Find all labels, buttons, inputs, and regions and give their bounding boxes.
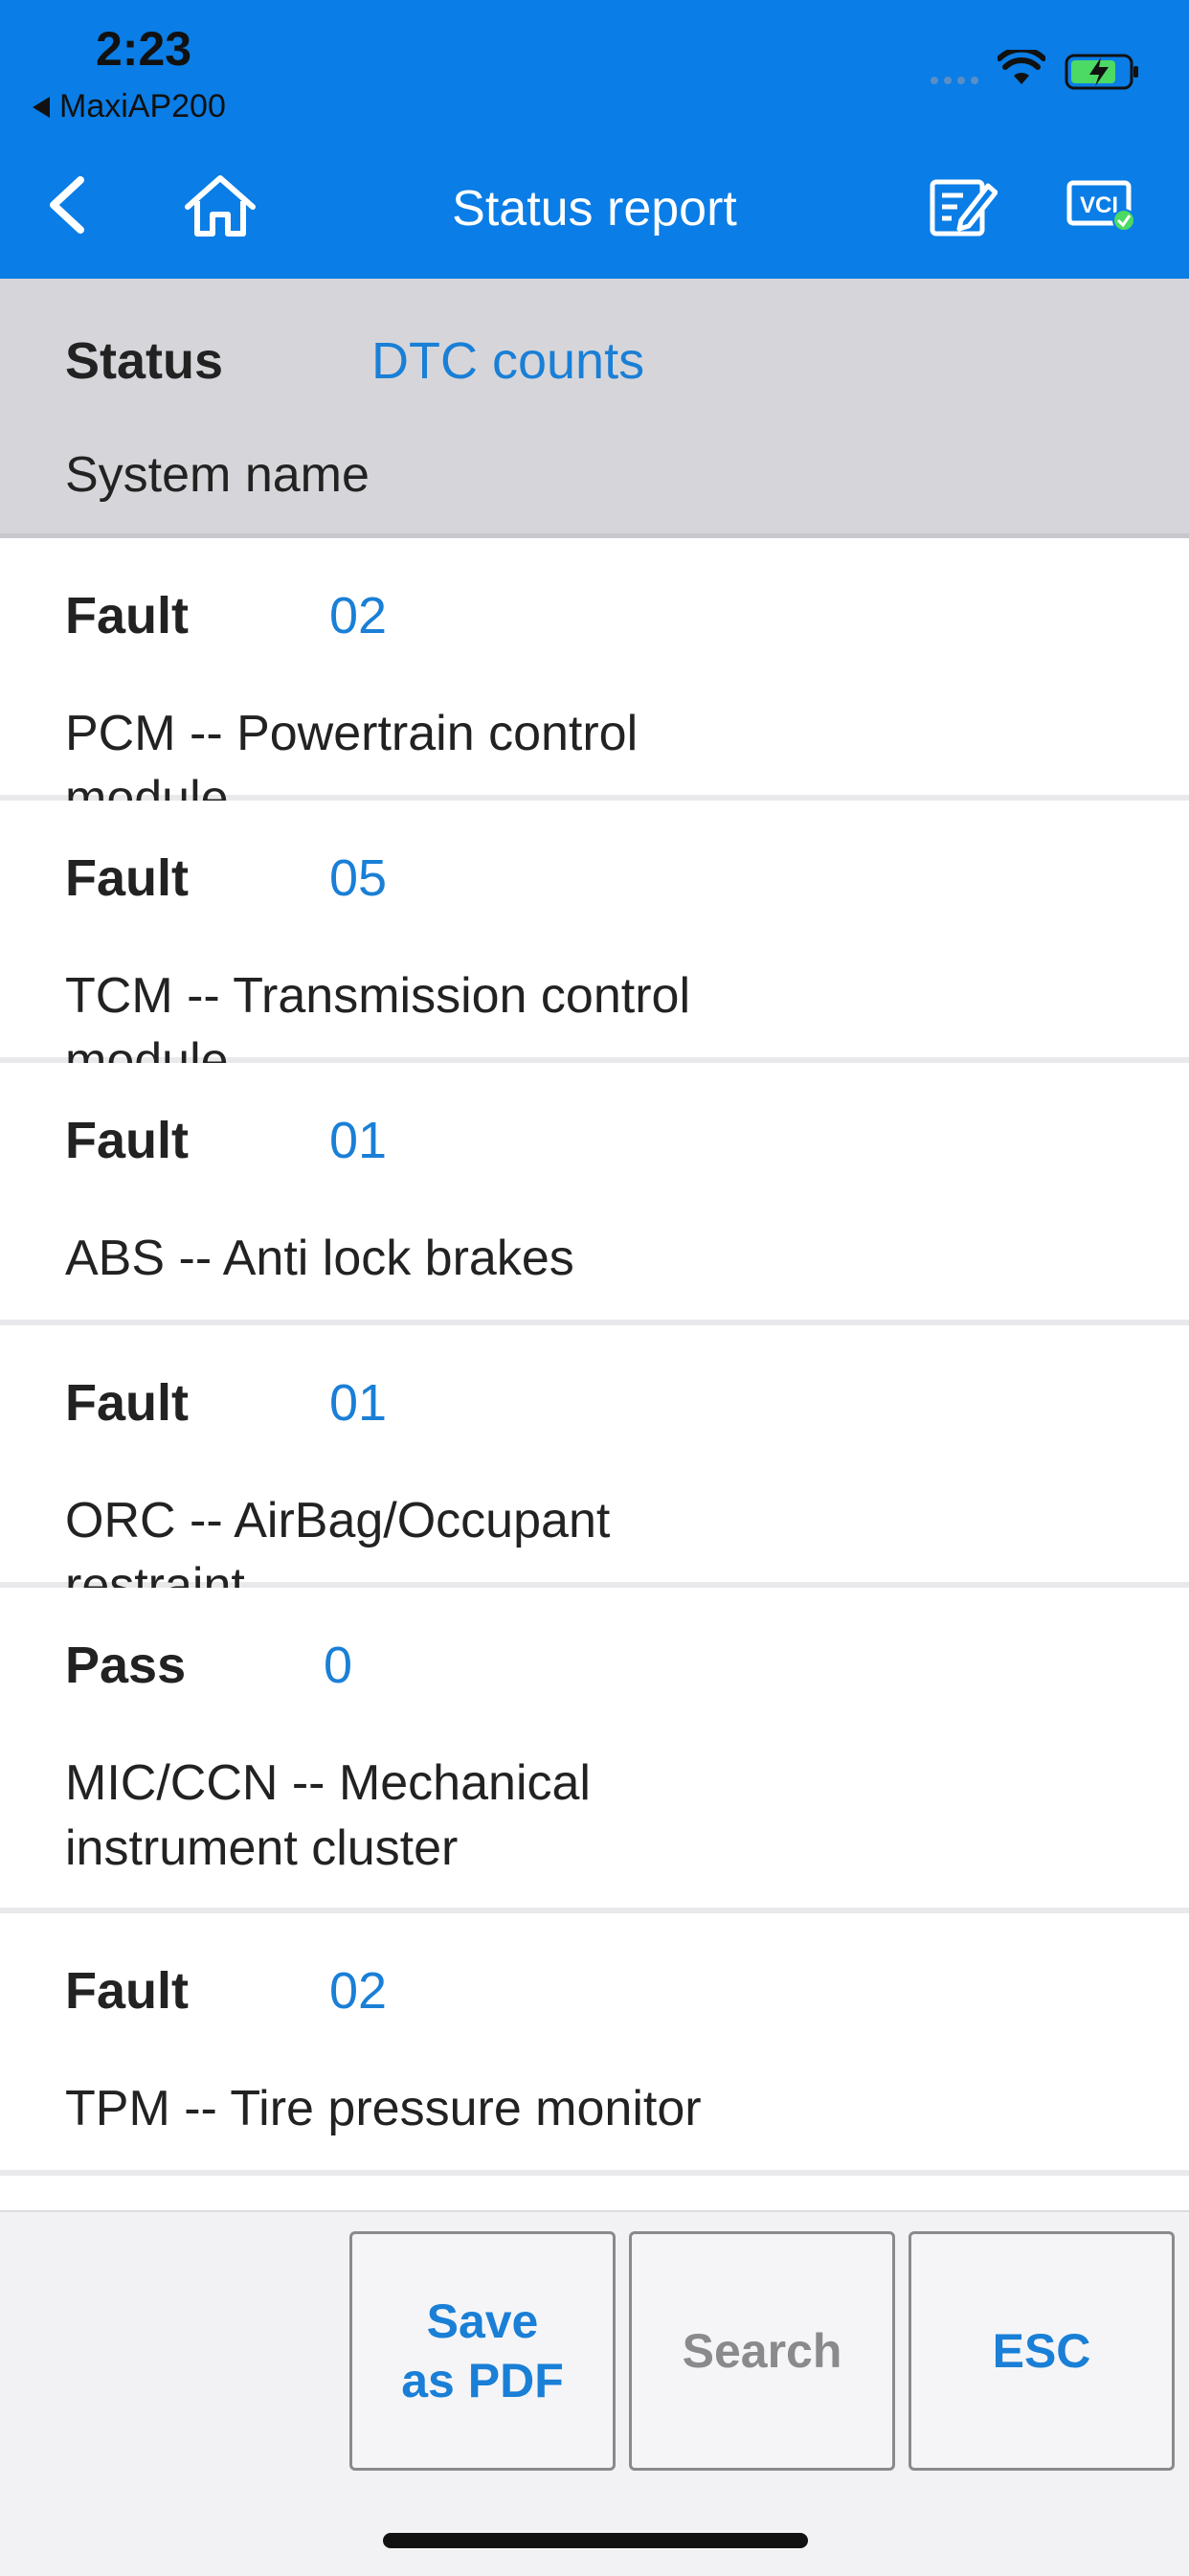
list-item[interactable]: Pass 0 MIC/CCN -- Mechanical instrument … (0, 1588, 1189, 1913)
row-dtc-count: 01 (329, 1112, 388, 1169)
vci-connected-icon: VCI (1066, 180, 1135, 232)
back-app-label: MaxiAP200 (59, 88, 226, 124)
row-dtc-count: 0 (324, 1637, 353, 1694)
header-dtc-counts: DTC counts (371, 332, 645, 390)
row-system-name-line2: instrument cluster (65, 1820, 459, 1876)
row-system-name-line1: MIC/CCN -- Mechanical (65, 1755, 591, 1811)
status-time: 2:23 (96, 22, 192, 76)
cellular-signal-icon (931, 77, 978, 84)
top-bar: 2:23 MaxiAP200 Status report VCI (0, 0, 1189, 279)
table-header: Status DTC counts System name (0, 279, 1189, 538)
row-dtc-count: 05 (329, 849, 388, 907)
save-button-line1: Save (426, 2294, 539, 2348)
row-system-name: TPM -- Tire pressure monitor (65, 2081, 702, 2136)
row-status: Pass (65, 1637, 187, 1694)
edit-button[interactable] (929, 176, 998, 242)
list-item[interactable]: Fault 02 TPM -- Tire pressure monitor (0, 1913, 1189, 2176)
bottom-toolbar: Save as PDF Search ESC (0, 2210, 1189, 2576)
page-title: Status report (452, 181, 737, 237)
list-item[interactable]: Fault 05 TCM -- Transmission control mod… (0, 801, 1189, 1089)
back-to-app-link[interactable]: MaxiAP200 (33, 88, 226, 125)
esc-button[interactable]: ESC (909, 2231, 1175, 2471)
header-system-name: System name (65, 447, 370, 503)
search-button[interactable]: Search (629, 2231, 895, 2471)
save-as-pdf-button[interactable]: Save as PDF (349, 2231, 616, 2471)
row-dtc-count: 02 (329, 587, 388, 644)
row-status: Fault (65, 587, 189, 644)
edit-icon (930, 179, 998, 237)
row-status: Fault (65, 1112, 189, 1169)
battery-charging-icon (1065, 54, 1141, 95)
vci-button[interactable]: VCI (1066, 180, 1137, 238)
back-arrow-icon (33, 96, 50, 118)
row-status: Fault (65, 1374, 189, 1432)
list-item[interactable]: Fault 01 ABS -- Anti lock brakes (0, 1063, 1189, 1325)
list-item[interactable]: Fault 02 PCM -- Powertrain control modul… (0, 538, 1189, 826)
wifi-icon (997, 46, 1046, 91)
svg-text:VCI: VCI (1080, 192, 1118, 218)
header-status: Status (65, 332, 224, 390)
row-system-name: MIC/CCN -- Mechanical instrument cluster (65, 1751, 735, 1881)
save-button-line2: as PDF (401, 2354, 564, 2407)
home-indicator[interactable] (383, 2533, 808, 2548)
system-list: Fault 02 PCM -- Powertrain control modul… (0, 538, 1189, 2176)
row-dtc-count: 02 (329, 1962, 388, 2020)
list-item[interactable]: Fault 01 ORC -- AirBag/Occupant restrain… (0, 1325, 1189, 1614)
row-dtc-count: 01 (329, 1374, 388, 1432)
row-status: Fault (65, 849, 189, 907)
row-status: Fault (65, 1962, 189, 2020)
row-system-name: ABS -- Anti lock brakes (65, 1231, 574, 1286)
